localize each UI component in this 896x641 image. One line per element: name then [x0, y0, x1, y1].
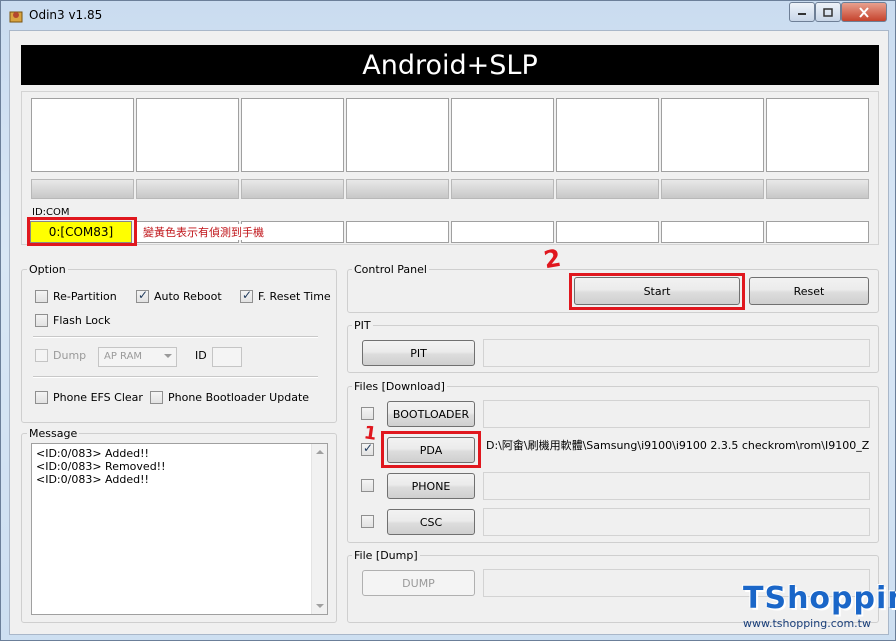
id-label: ID	[195, 349, 207, 362]
csc-checkbox[interactable]	[361, 515, 374, 528]
com-field-5	[451, 221, 554, 243]
pit-path-field	[483, 339, 870, 367]
port-progress-7	[661, 179, 764, 199]
auto-reboot-label: Auto Reboot	[154, 290, 222, 303]
watermark-url: www.tshopping.com.tw	[743, 617, 871, 630]
message-scrollbar[interactable]	[311, 444, 327, 614]
reset-button[interactable]: Reset	[749, 277, 869, 305]
option-label: Option	[27, 263, 68, 276]
csc-path-field	[483, 508, 870, 536]
bootloader-path-field	[483, 400, 870, 428]
pda-path-field: D:\阿畬\刷機用軟體\Samsung\i9100\i9100 2.3.5 ch…	[486, 439, 870, 452]
port-slot-4	[346, 98, 449, 172]
auto-reboot-checkbox[interactable]	[136, 288, 149, 303]
port-slot-7	[661, 98, 764, 172]
close-button[interactable]	[841, 2, 887, 22]
files-download-label: Files [Download]	[352, 380, 447, 393]
port-slot-5	[451, 98, 554, 172]
dump-id-input[interactable]	[212, 347, 242, 367]
message-log[interactable]: <ID:0/083> Added!! <ID:0/083> Removed!! …	[31, 443, 328, 615]
message-label: Message	[27, 427, 80, 440]
close-icon	[859, 6, 869, 18]
maximize-button[interactable]	[815, 2, 841, 22]
pit-button[interactable]: PIT	[362, 340, 475, 366]
scroll-down-icon[interactable]	[316, 604, 324, 608]
com-field-8	[766, 221, 869, 243]
option-divider-2	[33, 376, 318, 378]
bootloader-button[interactable]: BOOTLOADER	[387, 401, 475, 427]
odin-app-icon	[9, 11, 23, 23]
f-reset-time-checkbox[interactable]	[240, 288, 253, 303]
phone-bootloader-update-checkbox[interactable]	[150, 391, 163, 404]
tshopping-watermark: TShopping www.tshopping.com.tw	[743, 581, 896, 631]
port-progress-4	[346, 179, 449, 199]
phone-checkbox[interactable]	[361, 479, 374, 492]
re-partition-checkbox[interactable]	[35, 290, 48, 303]
com-field-4	[346, 221, 449, 243]
control-panel-label: Control Panel	[352, 263, 429, 276]
minimize-button[interactable]	[789, 2, 815, 22]
port-slot-8	[766, 98, 869, 172]
step-2-mark: 2	[541, 243, 564, 275]
port-progress-8	[766, 179, 869, 199]
dump-label: Dump	[53, 349, 87, 362]
maximize-icon	[823, 7, 833, 17]
title-bar[interactable]: Odin3 v1.85	[1, 1, 896, 29]
dump-checkbox[interactable]	[35, 349, 48, 362]
message-line: <ID:0/083> Added!!	[36, 473, 149, 486]
phone-bootloader-update-label: Phone Bootloader Update	[168, 391, 310, 404]
scroll-up-icon[interactable]	[316, 450, 324, 454]
port-progress-5	[451, 179, 554, 199]
phone-path-field	[483, 472, 870, 500]
dump-button[interactable]: DUMP	[362, 570, 475, 596]
pda-highlight-box	[381, 431, 481, 468]
pda-checkbox[interactable]	[361, 441, 374, 456]
dump-target-value: AP RAM	[104, 351, 143, 362]
phone-efs-clear-checkbox[interactable]	[35, 391, 48, 404]
port-progress-3	[241, 179, 344, 199]
chevron-down-icon	[164, 354, 172, 358]
re-partition-label: Re-Partition	[53, 290, 117, 303]
option-divider-1	[33, 336, 318, 338]
port-slot-3	[241, 98, 344, 172]
minimize-icon	[798, 13, 806, 15]
com-field-6	[556, 221, 659, 243]
port-slot-2	[136, 98, 239, 172]
com-annotation: 變黃色表示有偵測到手機	[143, 224, 268, 240]
dump-target-select[interactable]: AP RAM	[98, 347, 177, 367]
mode-banner: Android+SLP	[21, 45, 879, 85]
bootloader-checkbox[interactable]	[361, 407, 374, 420]
com-field-7	[661, 221, 764, 243]
port-slot-6	[556, 98, 659, 172]
message-line: <ID:0/083> Added!!	[36, 447, 149, 460]
file-dump-label: File [Dump]	[352, 549, 420, 562]
odin-window: Odin3 v1.85 Android+SLP ID:COM 0:[COM83]…	[0, 0, 896, 641]
port-slot-1	[31, 98, 134, 172]
com-highlight-box	[27, 217, 137, 246]
watermark-logo: TShopping	[743, 581, 896, 616]
flash-lock-checkbox[interactable]	[35, 314, 48, 327]
port-progress-2	[136, 179, 239, 199]
client-area: Android+SLP ID:COM 0:[COM83] 變黃色表示有偵測到手機	[9, 30, 889, 635]
flash-lock-label: Flash Lock	[53, 314, 111, 327]
port-progress-6	[556, 179, 659, 199]
f-reset-time-label: F. Reset Time	[258, 290, 331, 303]
message-line: <ID:0/083> Removed!!	[36, 460, 166, 473]
csc-button[interactable]: CSC	[387, 509, 475, 535]
pit-label: PIT	[352, 319, 373, 332]
phone-button[interactable]: PHONE	[387, 473, 475, 499]
phone-efs-clear-label: Phone EFS Clear	[53, 391, 143, 404]
start-highlight-box	[569, 273, 745, 310]
window-title: Odin3 v1.85	[29, 8, 103, 22]
port-progress-1	[31, 179, 134, 199]
